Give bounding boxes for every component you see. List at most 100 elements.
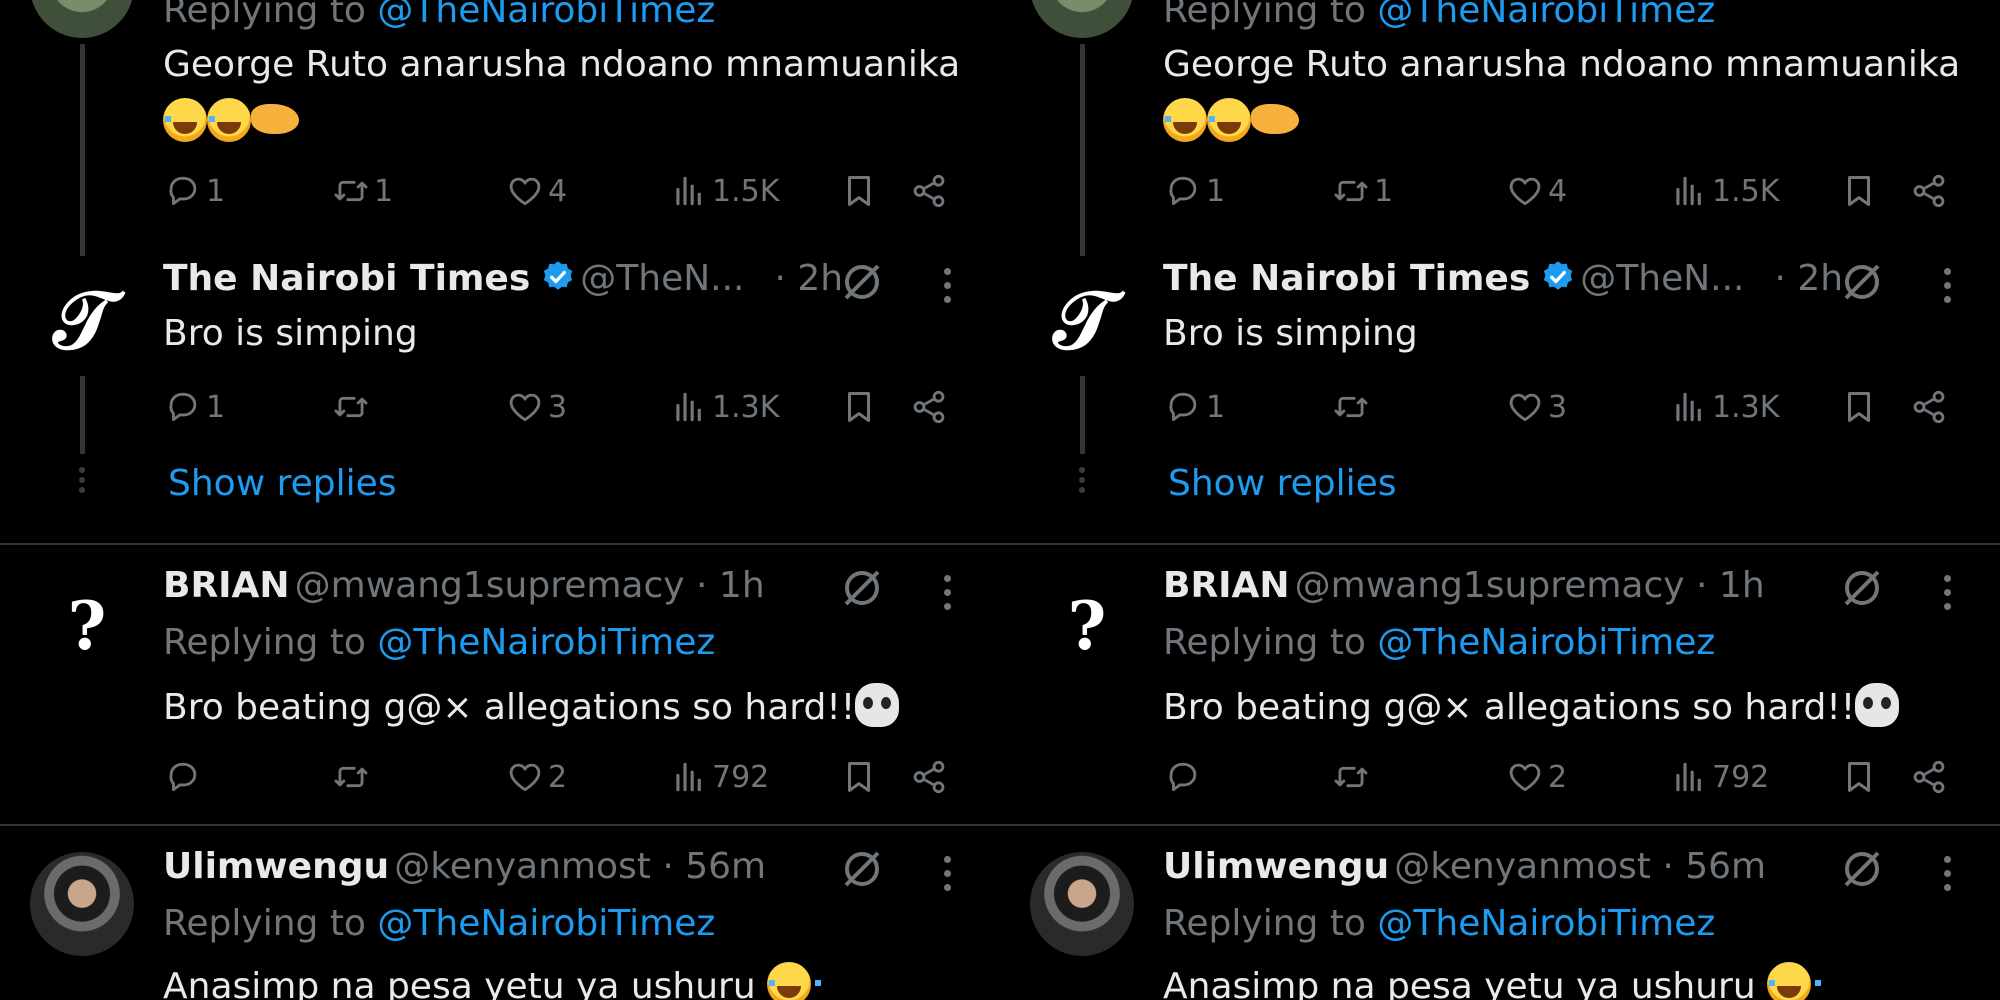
- grok-icon[interactable]: [838, 258, 886, 306]
- views-icon: [1670, 172, 1708, 210]
- user-handle[interactable]: @kenyanmost · 56m: [394, 846, 766, 887]
- views-icon: [1670, 388, 1708, 426]
- views-button[interactable]: 792: [1670, 758, 1769, 796]
- grok-icon[interactable]: [838, 845, 886, 893]
- user-handle[interactable]: @kenyanmost · 56m: [1394, 846, 1766, 887]
- tweet-text: Bro beating g@× allegations so hard!!: [1163, 683, 1900, 728]
- mention-link[interactable]: @TheNairobiTimez: [377, 0, 715, 31]
- mention-link[interactable]: @TheNairobiTimez: [1377, 622, 1715, 663]
- display-name[interactable]: Ulimwengu: [163, 846, 389, 887]
- more-replies-dots: [1078, 467, 1086, 497]
- repost-button[interactable]: [1332, 388, 1374, 426]
- display-name[interactable]: BRIAN: [1163, 565, 1290, 606]
- like-button[interactable]: 3: [1506, 388, 1567, 426]
- repost-button[interactable]: 1: [1332, 172, 1393, 210]
- share-button[interactable]: [910, 758, 948, 796]
- display-name[interactable]: The Nairobi Times: [1163, 258, 1530, 299]
- reply-button[interactable]: [1164, 758, 1206, 796]
- avatar-nyt-logo[interactable]: 𝒯: [1052, 278, 1116, 362]
- grok-icon[interactable]: [1838, 564, 1886, 612]
- grok-icon[interactable]: [1838, 258, 1886, 306]
- timestamp[interactable]: · 2h: [1775, 258, 1844, 299]
- avatar[interactable]: [1030, 0, 1134, 38]
- share-icon: [1910, 758, 1948, 796]
- tears-of-joy-emoji: [1163, 98, 1217, 142]
- views-button[interactable]: 1.5K: [670, 172, 779, 210]
- bookmark-button[interactable]: [1840, 172, 1878, 210]
- tweet-header: Ulimwengu @kenyanmost · 56m: [163, 846, 766, 887]
- more-icon[interactable]: [940, 575, 954, 619]
- more-replies-dots: [78, 467, 86, 497]
- reply-button[interactable]: 1: [164, 388, 225, 426]
- views-button[interactable]: 792: [670, 758, 769, 796]
- more-icon[interactable]: [940, 268, 954, 312]
- views-button[interactable]: 1.3K: [1670, 388, 1779, 426]
- user-handle[interactable]: @TheN...: [1580, 258, 1744, 299]
- share-button[interactable]: [1910, 388, 1948, 426]
- repost-button[interactable]: [332, 388, 374, 426]
- share-button[interactable]: [910, 172, 948, 210]
- more-icon[interactable]: [1940, 856, 1954, 900]
- repost-button[interactable]: 1: [332, 172, 393, 210]
- reply-button[interactable]: [164, 758, 206, 796]
- mention-link[interactable]: @TheNairobiTimez: [1377, 0, 1715, 31]
- avatar-nyt-logo[interactable]: 𝒯: [52, 278, 116, 362]
- like-button[interactable]: 3: [506, 388, 567, 426]
- user-handle[interactable]: @TheN...: [580, 258, 744, 299]
- bookmark-button[interactable]: [1840, 388, 1878, 426]
- like-button[interactable]: 4: [506, 172, 567, 210]
- display-name[interactable]: The Nairobi Times: [163, 258, 530, 299]
- display-name[interactable]: BRIAN: [163, 565, 290, 606]
- repost-icon: [332, 758, 370, 796]
- repost-icon: [332, 172, 370, 210]
- user-handle[interactable]: @mwang1supremacy · 1h: [1295, 565, 1765, 606]
- avatar-question-mark[interactable]: ?: [1062, 588, 1112, 664]
- repost-icon: [1332, 388, 1370, 426]
- more-icon[interactable]: [1940, 575, 1954, 619]
- replying-to-label: Replying to @TheNairobiTimez: [1163, 0, 1715, 31]
- bookmark-button[interactable]: [840, 388, 878, 426]
- more-icon[interactable]: [940, 856, 954, 900]
- reply-button[interactable]: 1: [164, 172, 225, 210]
- mention-link[interactable]: @TheNairobiTimez: [377, 903, 715, 944]
- show-replies-link[interactable]: Show replies: [168, 463, 397, 504]
- avatar[interactable]: [1030, 852, 1134, 956]
- like-icon: [506, 172, 544, 210]
- repost-button[interactable]: [1332, 758, 1374, 796]
- more-icon[interactable]: [1940, 268, 1954, 312]
- like-button[interactable]: 2: [506, 758, 567, 796]
- views-button[interactable]: 1.3K: [670, 388, 779, 426]
- avatar-question-mark[interactable]: ?: [62, 588, 112, 664]
- mention-link[interactable]: @TheNairobiTimez: [377, 622, 715, 663]
- tweet-header: The Nairobi Times @TheN... · 2h: [1163, 258, 1843, 299]
- like-button[interactable]: 4: [1506, 172, 1567, 210]
- verified-badge-icon: [540, 259, 576, 295]
- divider: [1000, 543, 2000, 545]
- replying-to-label: Replying to @TheNairobiTimez: [163, 903, 716, 944]
- reply-button[interactable]: 1: [1164, 388, 1225, 426]
- tweet-text: George Ruto anarusha ndoano mnamuanika: [1163, 44, 1961, 85]
- like-button[interactable]: 2: [1506, 758, 1567, 796]
- bookmark-button[interactable]: [840, 172, 878, 210]
- user-handle[interactable]: @mwang1supremacy · 1h: [295, 565, 765, 606]
- avatar[interactable]: [30, 0, 134, 38]
- reply-button[interactable]: 1: [1164, 172, 1225, 210]
- avatar[interactable]: [30, 852, 134, 956]
- tears-of-joy-emoji: [207, 98, 261, 142]
- share-button[interactable]: [1910, 172, 1948, 210]
- bookmark-button[interactable]: [840, 758, 878, 796]
- show-replies-link[interactable]: Show replies: [1168, 463, 1397, 504]
- views-button[interactable]: 1.5K: [1670, 172, 1779, 210]
- bookmark-button[interactable]: [1840, 758, 1878, 796]
- repost-button[interactable]: [332, 758, 374, 796]
- timestamp[interactable]: · 2h: [775, 258, 844, 299]
- tears-of-joy-emoji: [163, 98, 217, 142]
- share-button[interactable]: [910, 388, 948, 426]
- display-name[interactable]: Ulimwengu: [1163, 846, 1389, 887]
- like-icon: [1506, 388, 1544, 426]
- share-icon: [910, 758, 948, 796]
- grok-icon[interactable]: [838, 564, 886, 612]
- share-button[interactable]: [1910, 758, 1948, 796]
- grok-icon[interactable]: [1838, 845, 1886, 893]
- mention-link[interactable]: @TheNairobiTimez: [1377, 903, 1715, 944]
